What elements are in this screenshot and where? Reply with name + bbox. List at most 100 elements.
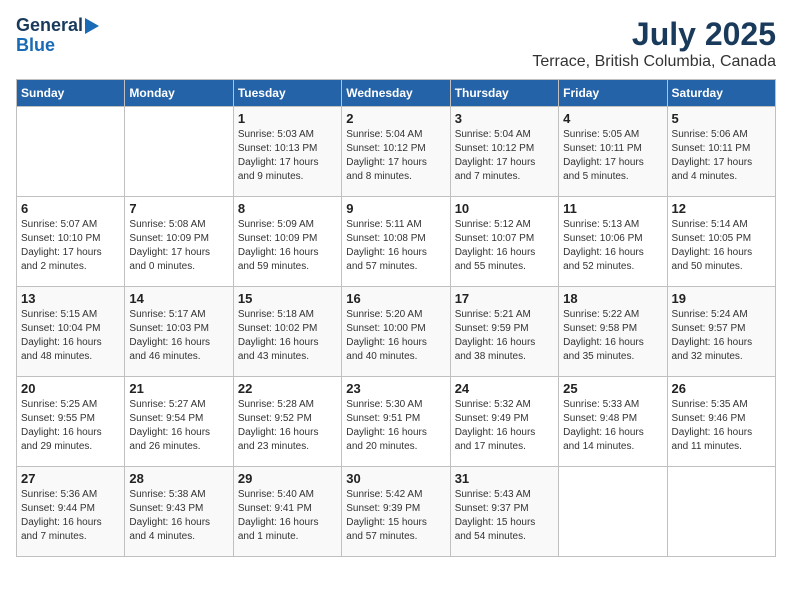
day-info: Sunrise: 5:04 AM Sunset: 10:12 PM Daylig… — [455, 128, 554, 184]
day-info: Sunrise: 5:30 AM Sunset: 9:51 PM Dayligh… — [346, 398, 445, 454]
calendar-cell: 16 Sunrise: 5:20 AM Sunset: 10:00 PM Dayl… — [342, 287, 450, 377]
day-info: Sunrise: 5:03 AM Sunset: 10:13 PM Daylig… — [238, 128, 337, 184]
calendar-cell: 30 Sunrise: 5:42 AM Sunset: 9:39 PM Dayli… — [342, 467, 450, 557]
day-info: Sunrise: 5:20 AM Sunset: 10:00 PM Daylig… — [346, 308, 445, 364]
calendar-week-3: 13Sunrise: 5:15 AM Sunset: 10:04 PM Dayl… — [17, 287, 776, 377]
day-number: 24 — [455, 381, 554, 396]
location-subtitle: Terrace, British Columbia, Canada — [532, 53, 776, 71]
calendar-cell: 11 Sunrise: 5:13 AM Sunset: 10:06 PM Dayl… — [559, 197, 667, 287]
day-number: 1 — [238, 111, 337, 126]
calendar-cell: 9 Sunrise: 5:11 AM Sunset: 10:08 PM Dayli… — [342, 197, 450, 287]
day-number: 22 — [238, 381, 337, 396]
day-number: 29 — [238, 471, 337, 486]
day-info: Sunrise: 5:14 AM Sunset: 10:05 PM Daylig… — [672, 218, 771, 274]
calendar-table: SundayMondayTuesdayWednesdayThursdayFrid… — [16, 79, 776, 557]
calendar-header-monday: Monday — [125, 80, 233, 107]
calendar-week-2: 6 Sunrise: 5:07 AM Sunset: 10:10 PM Dayli… — [17, 197, 776, 287]
calendar-cell: 5 Sunrise: 5:06 AM Sunset: 10:11 PM Dayli… — [667, 107, 775, 197]
logo-arrow-icon — [85, 18, 99, 34]
day-info: Sunrise: 5:13 AM Sunset: 10:06 PM Daylig… — [563, 218, 662, 274]
calendar-header-wednesday: Wednesday — [342, 80, 450, 107]
calendar-cell: 6 Sunrise: 5:07 AM Sunset: 10:10 PM Dayli… — [17, 197, 125, 287]
day-info: Sunrise: 5:15 AM Sunset: 10:04 PM Daylig… — [21, 308, 120, 364]
logo: General Blue — [16, 16, 99, 56]
day-number: 21 — [129, 381, 228, 396]
calendar-cell: 27 Sunrise: 5:36 AM Sunset: 9:44 PM Dayli… — [17, 467, 125, 557]
day-number: 3 — [455, 111, 554, 126]
calendar-cell: 22Sunrise: 5:28 AM Sunset: 9:52 PM Dayli… — [233, 377, 341, 467]
day-number: 14 — [129, 291, 228, 306]
day-info: Sunrise: 5:05 AM Sunset: 10:11 PM Daylig… — [563, 128, 662, 184]
calendar-header-thursday: Thursday — [450, 80, 558, 107]
calendar-cell — [667, 467, 775, 557]
day-number: 31 — [455, 471, 554, 486]
day-info: Sunrise: 5:11 AM Sunset: 10:08 PM Daylig… — [346, 218, 445, 274]
calendar-week-5: 27 Sunrise: 5:36 AM Sunset: 9:44 PM Dayli… — [17, 467, 776, 557]
calendar-cell: 31 Sunrise: 5:43 AM Sunset: 9:37 PM Dayli… — [450, 467, 558, 557]
day-info: Sunrise: 5:43 AM Sunset: 9:37 PM Dayligh… — [455, 488, 554, 544]
day-info: Sunrise: 5:07 AM Sunset: 10:10 PM Daylig… — [21, 218, 120, 274]
title-block: July 2025 Terrace, British Columbia, Can… — [532, 16, 776, 71]
calendar-cell: 29Sunrise: 5:40 AM Sunset: 9:41 PM Dayli… — [233, 467, 341, 557]
calendar-header-sunday: Sunday — [17, 80, 125, 107]
calendar-cell: 14 Sunrise: 5:17 AM Sunset: 10:03 PM Dayl… — [125, 287, 233, 377]
day-info: Sunrise: 5:27 AM Sunset: 9:54 PM Dayligh… — [129, 398, 228, 454]
day-number: 26 — [672, 381, 771, 396]
day-number: 15 — [238, 291, 337, 306]
calendar-cell: 7 Sunrise: 5:08 AM Sunset: 10:09 PM Dayli… — [125, 197, 233, 287]
calendar-cell — [17, 107, 125, 197]
calendar-header-saturday: Saturday — [667, 80, 775, 107]
day-number: 6 — [21, 201, 120, 216]
day-info: Sunrise: 5:33 AM Sunset: 9:48 PM Dayligh… — [563, 398, 662, 454]
calendar-cell: 17Sunrise: 5:21 AM Sunset: 9:59 PM Dayli… — [450, 287, 558, 377]
day-info: Sunrise: 5:38 AM Sunset: 9:43 PM Dayligh… — [129, 488, 228, 544]
calendar-cell: 21 Sunrise: 5:27 AM Sunset: 9:54 PM Dayli… — [125, 377, 233, 467]
day-number: 23 — [346, 381, 445, 396]
day-info: Sunrise: 5:09 AM Sunset: 10:09 PM Daylig… — [238, 218, 337, 274]
day-info: Sunrise: 5:35 AM Sunset: 9:46 PM Dayligh… — [672, 398, 771, 454]
day-number: 5 — [672, 111, 771, 126]
day-number: 4 — [563, 111, 662, 126]
calendar-header-tuesday: Tuesday — [233, 80, 341, 107]
day-number: 28 — [129, 471, 228, 486]
calendar-cell: 20Sunrise: 5:25 AM Sunset: 9:55 PM Dayli… — [17, 377, 125, 467]
day-number: 16 — [346, 291, 445, 306]
day-number: 11 — [563, 201, 662, 216]
calendar-cell — [125, 107, 233, 197]
calendar-cell: 24Sunrise: 5:32 AM Sunset: 9:49 PM Dayli… — [450, 377, 558, 467]
calendar-cell: 8 Sunrise: 5:09 AM Sunset: 10:09 PM Dayli… — [233, 197, 341, 287]
calendar-week-4: 20Sunrise: 5:25 AM Sunset: 9:55 PM Dayli… — [17, 377, 776, 467]
day-number: 30 — [346, 471, 445, 486]
day-number: 12 — [672, 201, 771, 216]
day-info: Sunrise: 5:42 AM Sunset: 9:39 PM Dayligh… — [346, 488, 445, 544]
calendar-body: 1 Sunrise: 5:03 AM Sunset: 10:13 PM Dayli… — [17, 107, 776, 557]
calendar-cell: 19Sunrise: 5:24 AM Sunset: 9:57 PM Dayli… — [667, 287, 775, 377]
day-number: 10 — [455, 201, 554, 216]
day-info: Sunrise: 5:04 AM Sunset: 10:12 PM Daylig… — [346, 128, 445, 184]
day-info: Sunrise: 5:36 AM Sunset: 9:44 PM Dayligh… — [21, 488, 120, 544]
day-number: 9 — [346, 201, 445, 216]
day-info: Sunrise: 5:25 AM Sunset: 9:55 PM Dayligh… — [21, 398, 120, 454]
day-number: 8 — [238, 201, 337, 216]
day-info: Sunrise: 5:18 AM Sunset: 10:02 PM Daylig… — [238, 308, 337, 364]
day-info: Sunrise: 5:08 AM Sunset: 10:09 PM Daylig… — [129, 218, 228, 274]
calendar-cell: 26 Sunrise: 5:35 AM Sunset: 9:46 PM Dayli… — [667, 377, 775, 467]
day-number: 17 — [455, 291, 554, 306]
calendar-cell: 18 Sunrise: 5:22 AM Sunset: 9:58 PM Dayli… — [559, 287, 667, 377]
day-number: 27 — [21, 471, 120, 486]
calendar-cell: 15 Sunrise: 5:18 AM Sunset: 10:02 PM Dayl… — [233, 287, 341, 377]
month-title: July 2025 — [532, 16, 776, 53]
calendar-cell: 10Sunrise: 5:12 AM Sunset: 10:07 PM Dayl… — [450, 197, 558, 287]
day-number: 7 — [129, 201, 228, 216]
day-number: 2 — [346, 111, 445, 126]
day-info: Sunrise: 5:06 AM Sunset: 10:11 PM Daylig… — [672, 128, 771, 184]
day-info: Sunrise: 5:22 AM Sunset: 9:58 PM Dayligh… — [563, 308, 662, 364]
day-info: Sunrise: 5:17 AM Sunset: 10:03 PM Daylig… — [129, 308, 228, 364]
calendar-header-row: SundayMondayTuesdayWednesdayThursdayFrid… — [17, 80, 776, 107]
calendar-cell: 23 Sunrise: 5:30 AM Sunset: 9:51 PM Dayli… — [342, 377, 450, 467]
day-number: 18 — [563, 291, 662, 306]
calendar-cell: 12 Sunrise: 5:14 AM Sunset: 10:05 PM Dayl… — [667, 197, 775, 287]
calendar-cell: 2 Sunrise: 5:04 AM Sunset: 10:12 PM Dayli… — [342, 107, 450, 197]
calendar-cell: 3 Sunrise: 5:04 AM Sunset: 10:12 PM Dayli… — [450, 107, 558, 197]
calendar-cell: 4 Sunrise: 5:05 AM Sunset: 10:11 PM Dayli… — [559, 107, 667, 197]
